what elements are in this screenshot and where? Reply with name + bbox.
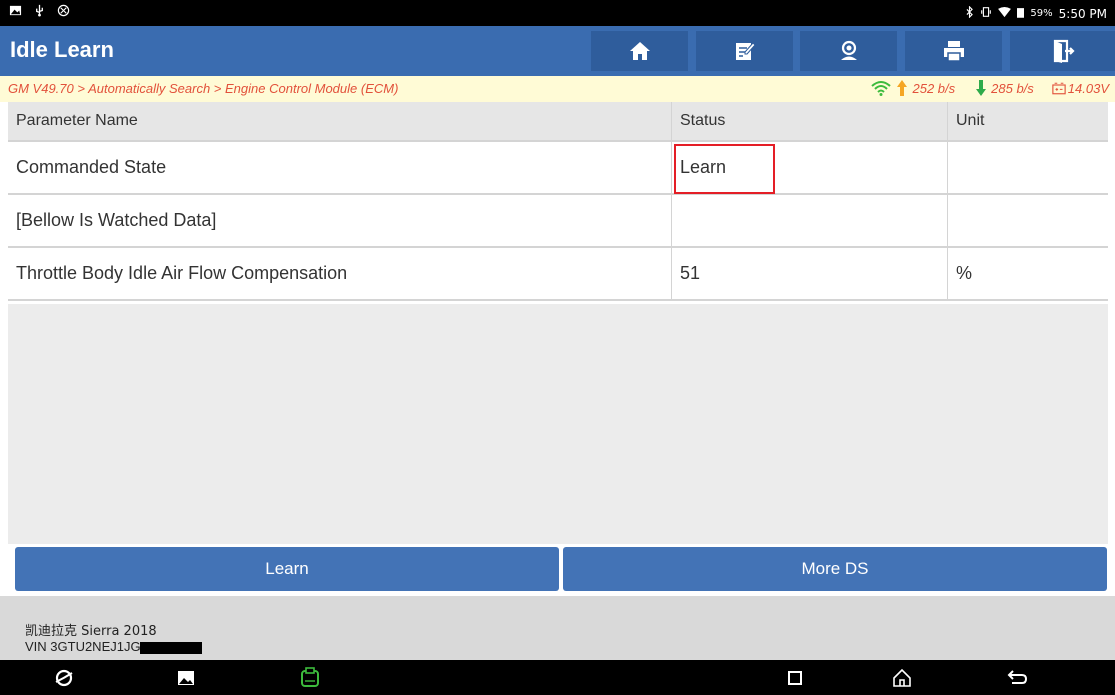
user-support-icon (840, 40, 857, 60)
clock: 5:50 PM (1058, 6, 1107, 21)
download-stat: 285 b/s (973, 79, 1034, 97)
row-name: Throttle Body Idle Air Flow Compensation (8, 248, 672, 299)
column-header-status: Status (672, 102, 948, 140)
recents-button[interactable] (781, 665, 809, 691)
home-icon (629, 42, 650, 60)
browser-button[interactable] (50, 665, 78, 691)
system-status-bar: 59% 5:50 PM (0, 0, 1115, 26)
battery-icon (1017, 7, 1025, 21)
exit-icon (1053, 39, 1075, 63)
back-button[interactable] (1003, 665, 1031, 691)
download-speed: 285 b/s (991, 80, 1034, 96)
vehicle-info-panel: 凯迪拉克 Sierra 2018 VIN 3GTU2NEJ1JG2 (0, 596, 1115, 660)
home-nav-button[interactable] (888, 665, 916, 691)
wifi-signal-icon (871, 81, 892, 96)
gallery-icon (178, 671, 194, 685)
download-arrow-icon (976, 80, 987, 96)
row-status: 51 (672, 248, 948, 299)
column-header-name: Parameter Name (8, 102, 672, 140)
print-button[interactable] (905, 31, 1002, 71)
system-nav-bar (0, 660, 1115, 695)
upload-speed: 252 b/s (912, 80, 956, 96)
support-button[interactable] (800, 31, 897, 71)
recents-icon (788, 671, 802, 685)
learn-button[interactable]: Learn (15, 547, 559, 591)
row-name: [Bellow Is Watched Data] (8, 195, 672, 246)
wifi-icon (998, 6, 1012, 21)
bluetooth-icon (965, 5, 974, 21)
app-header: Idle Learn (0, 26, 1115, 76)
vin-redaction (139, 641, 202, 654)
vin-value: VIN 3GTU2NEJ1JG2 (25, 639, 148, 654)
more-ds-button[interactable]: More DS (563, 547, 1107, 591)
page-title: Idle Learn (10, 37, 114, 62)
browser-icon (55, 669, 73, 687)
back-icon (1007, 670, 1028, 684)
table-empty-area (8, 304, 1108, 544)
battery-percent: 59% (1030, 8, 1053, 19)
settings-circle-icon (56, 4, 70, 18)
breadcrumb-bar: GM V49.70 > Automatically Search > Engin… (0, 76, 1115, 102)
gallery-button[interactable] (172, 665, 200, 691)
table-header: Parameter Name Status Unit (8, 102, 1108, 142)
row-unit (948, 142, 1108, 193)
voltage-stat: 14.03V (1052, 81, 1109, 96)
connection-stats: 252 b/s 285 b/s 14.03V (870, 79, 1109, 97)
row-unit: % (956, 263, 973, 283)
home-button[interactable] (591, 31, 688, 71)
row-unit (948, 195, 1108, 246)
highlight-box (674, 144, 775, 194)
vin-label: VIN 3GTU2NEJ1JG2 (25, 639, 202, 654)
edit-icon (735, 42, 756, 60)
upload-arrow-icon (897, 80, 908, 96)
column-header-unit: Unit (956, 112, 985, 129)
row-status: Learn (672, 142, 948, 194)
print-icon (943, 41, 964, 62)
table-row[interactable]: Commanded State Learn (8, 142, 1108, 195)
image-icon (8, 4, 22, 18)
voltage: 14.03V (1067, 80, 1109, 96)
vehicle-name: 凯迪拉克 Sierra 2018 (25, 624, 157, 639)
table-row[interactable]: [Bellow Is Watched Data] (8, 195, 1108, 248)
breadcrumb: GM V49.70 > Automatically Search > Engin… (8, 81, 399, 96)
row-name: Commanded State (8, 142, 672, 193)
battery-voltage-icon (1052, 82, 1066, 94)
upload-stat: 252 b/s (870, 79, 955, 97)
vci-icon (301, 667, 319, 687)
usb-icon (32, 4, 46, 18)
parameter-table: Parameter Name Status Unit Commanded Sta… (8, 102, 1108, 301)
action-bar: Learn More DS (15, 547, 1107, 591)
row-status (672, 195, 948, 246)
edit-button[interactable] (696, 31, 793, 71)
vci-button[interactable] (296, 665, 324, 691)
home-outline-icon (893, 668, 911, 687)
exit-button[interactable] (1010, 31, 1115, 71)
vibrate-icon (980, 6, 992, 21)
table-row[interactable]: Throttle Body Idle Air Flow Compensation… (8, 248, 1108, 301)
